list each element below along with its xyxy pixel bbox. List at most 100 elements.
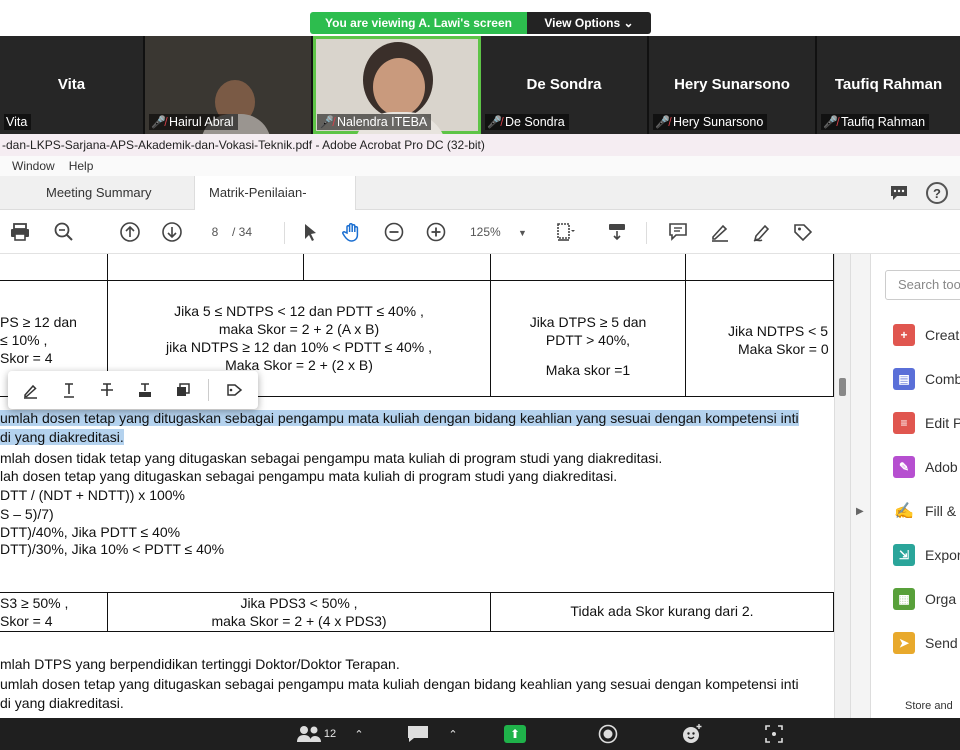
- fit-page-icon[interactable]: [550, 220, 580, 244]
- page-total: / 34: [232, 225, 253, 239]
- cell-line: Jika NDTPS < 5: [728, 323, 828, 339]
- participants-button[interactable]: 12: [292, 722, 340, 746]
- reactions-icon[interactable]: [680, 722, 704, 746]
- panel-collapse-handle[interactable]: ▶: [850, 254, 870, 718]
- sign-icon[interactable]: [750, 220, 774, 244]
- view-options-button[interactable]: View Options ⌄: [527, 12, 651, 34]
- document-tab-bar: Meeting Summary Matrik-Penilaian-LE...× …: [0, 176, 960, 234]
- menu-window[interactable]: Window: [12, 156, 55, 176]
- cell-line: Tidak ada Skor kurang dari 2.: [570, 603, 754, 619]
- tool-label: Edit P: [925, 415, 960, 431]
- tool-export-pdf[interactable]: ⇲ Expor: [893, 542, 960, 568]
- tab-meeting-summary[interactable]: Meeting Summary: [32, 176, 165, 210]
- tool-create-pdf[interactable]: + Creat: [893, 322, 959, 348]
- insert-text-icon[interactable]: [128, 376, 162, 404]
- table-cell: Jika 5 ≤ NDTPS < 12 dan PDTT ≤ 40% , mak…: [108, 302, 490, 374]
- menu-help[interactable]: Help: [69, 156, 94, 176]
- pdf-page-view[interactable]: PS ≥ 12 dan ≤ 10% , Skor = 4 Jika 5 ≤ ND…: [0, 254, 834, 718]
- participant-tile[interactable]: Taufiq Rahman 🎤̸ Taufiq Rahman: [817, 36, 960, 134]
- page-number-input[interactable]: 8: [200, 222, 230, 242]
- stamp-tag-icon[interactable]: [790, 220, 816, 244]
- participant-tile[interactable]: Vita Vita: [0, 36, 145, 134]
- participant-name: Taufiq Rahman: [834, 76, 943, 93]
- zoom-out-icon[interactable]: [382, 220, 406, 244]
- hand-tool-icon[interactable]: [340, 220, 364, 244]
- text-line: di yang diakreditasi.: [0, 695, 124, 711]
- participant-tile[interactable]: Hery Sunarsono 🎤̸ Hery Sunarsono: [649, 36, 817, 134]
- chat-icon[interactable]: [404, 722, 432, 746]
- record-icon[interactable]: [596, 722, 620, 746]
- tool-edit-pdf[interactable]: ≡ Edit P: [893, 410, 960, 436]
- tool-fill-sign[interactable]: ✍ Fill &: [893, 498, 956, 524]
- highlight-pen-icon[interactable]: [708, 220, 732, 244]
- chevron-right-icon: ▶: [856, 506, 864, 517]
- organize-pages-icon: ▦: [893, 588, 915, 610]
- cell-line: ≤ 10% ,: [0, 332, 48, 348]
- table-cell: S3 ≥ 50% , Skor = 4: [0, 594, 90, 630]
- highlight-icon[interactable]: [14, 376, 48, 404]
- cell-line: jika NDTPS ≥ 12 dan 10% < PDTT ≤ 40% ,: [165, 339, 433, 355]
- comment-bubble-icon[interactable]: [888, 182, 910, 204]
- participant-label-text: Hairul Abral: [168, 115, 234, 129]
- participant-name: Vita: [57, 76, 86, 93]
- cell-line: Skor = 4: [0, 350, 53, 366]
- participant-tile-active-speaker[interactable]: 🎤̸ Nalendra ITEBA: [313, 36, 481, 134]
- tool-adobe-sign[interactable]: ✎ Adob: [893, 454, 958, 480]
- participant-label-text: Nalendra ITEBA: [336, 115, 428, 129]
- adobe-sign-icon: ✎: [893, 456, 915, 478]
- arrow-up-icon: ⬆: [509, 727, 521, 741]
- tool-combine-files[interactable]: ▤ Comb: [893, 366, 960, 392]
- page-up-icon[interactable]: [118, 220, 142, 244]
- export-pdf-icon: ⇲: [893, 544, 915, 566]
- select-cursor-icon[interactable]: [298, 220, 322, 244]
- text-line: lah dosen tetap yang ditugaskan sebagai …: [0, 468, 618, 484]
- chevron-up-icon[interactable]: ⌃: [352, 722, 366, 746]
- participant-tile[interactable]: De Sondra 🎤̸ De Sondra: [481, 36, 649, 134]
- participant-name: De Sondra: [526, 76, 602, 93]
- text-line: mlah DTPS yang berpendidikan tertinggi D…: [0, 656, 400, 672]
- text-line-selected[interactable]: di yang diakreditasi.: [0, 428, 124, 447]
- text-line-selected[interactable]: umlah dosen tetap yang ditugaskan sebaga…: [0, 409, 799, 428]
- text-line: S – 5)/7): [0, 506, 54, 522]
- toolbar-divider: [208, 379, 209, 401]
- apps-icon[interactable]: [762, 722, 786, 746]
- search-tools-input[interactable]: Search too: [885, 270, 960, 300]
- create-pdf-icon: +: [893, 324, 915, 346]
- strikethrough-icon[interactable]: [90, 376, 124, 404]
- window-title: -dan-LKPS-Sarjana-APS-Akademik-dan-Vokas…: [0, 134, 960, 156]
- zoom-level-select[interactable]: 125% ▼: [470, 222, 527, 243]
- help-icon[interactable]: ?: [926, 182, 948, 204]
- add-comment-icon[interactable]: [666, 220, 690, 244]
- zoom-in-icon[interactable]: [424, 220, 448, 244]
- participant-label: 🎤̸ De Sondra: [485, 114, 569, 130]
- tool-label: Send: [925, 635, 958, 651]
- underline-icon[interactable]: [52, 376, 86, 404]
- text-line: umlah dosen tetap yang ditugaskan sebaga…: [0, 676, 799, 692]
- mic-muted-icon: 🎤̸: [319, 115, 334, 129]
- scroll-mode-icon[interactable]: [604, 220, 630, 244]
- page-down-icon[interactable]: [160, 220, 184, 244]
- copy-icon[interactable]: [166, 376, 200, 404]
- participant-tile-video[interactable]: 🎤̸ Hairul Abral: [145, 36, 313, 134]
- tool-organize-pages[interactable]: ▦ Orga: [893, 586, 956, 612]
- print-icon[interactable]: [8, 220, 32, 244]
- participant-label-text: Vita: [6, 115, 28, 129]
- more-tools-icon[interactable]: [217, 376, 251, 404]
- scrollbar-thumb[interactable]: [839, 378, 846, 396]
- participant-video-face: [373, 58, 425, 116]
- view-options-label: View Options: [544, 16, 621, 30]
- tool-send-review[interactable]: ➤ Send: [893, 630, 958, 656]
- participant-label: Vita: [4, 114, 32, 130]
- mic-muted-icon: 🎤̸: [151, 115, 166, 129]
- table-cell: Jika PDS3 < 50% , maka Skor = 2 + (4 x P…: [108, 594, 490, 630]
- participant-count: 12: [323, 728, 337, 740]
- participant-strip: Vita Vita 🎤̸ Hairul Abral 🎤̸ Nalendra ITEB…: [0, 36, 960, 134]
- vertical-scrollbar[interactable]: [834, 254, 850, 718]
- tab-matrik-penilaian[interactable]: Matrik-Penilaian-LE...×: [194, 176, 356, 234]
- cell-line: S3 ≥ 50% ,: [0, 595, 69, 611]
- participant-label: 🎤̸ Hery Sunarsono: [653, 114, 768, 130]
- text-line: DTT)/30%, Jika 10% < PDTT ≤ 40%: [0, 541, 225, 557]
- chevron-up-icon[interactable]: ⌃: [446, 722, 460, 746]
- zoom-search-icon[interactable]: [52, 220, 76, 244]
- share-screen-button[interactable]: ⬆: [504, 725, 526, 743]
